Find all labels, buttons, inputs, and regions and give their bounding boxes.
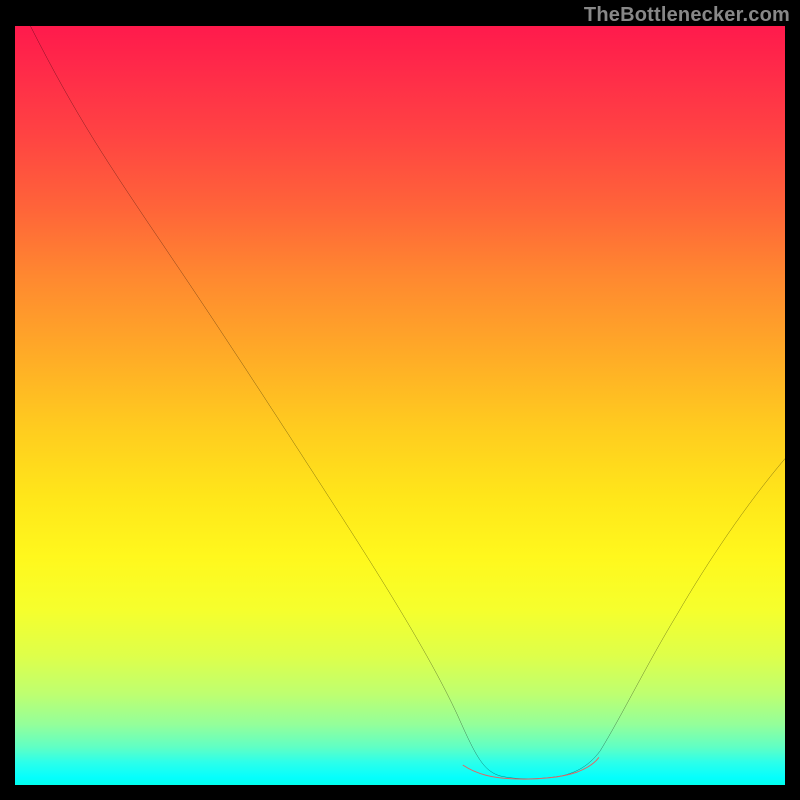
chart-frame: TheBottlenecker.com xyxy=(0,0,800,800)
watermark-text: TheBottlenecker.com xyxy=(584,4,790,27)
plot-area xyxy=(15,26,785,785)
